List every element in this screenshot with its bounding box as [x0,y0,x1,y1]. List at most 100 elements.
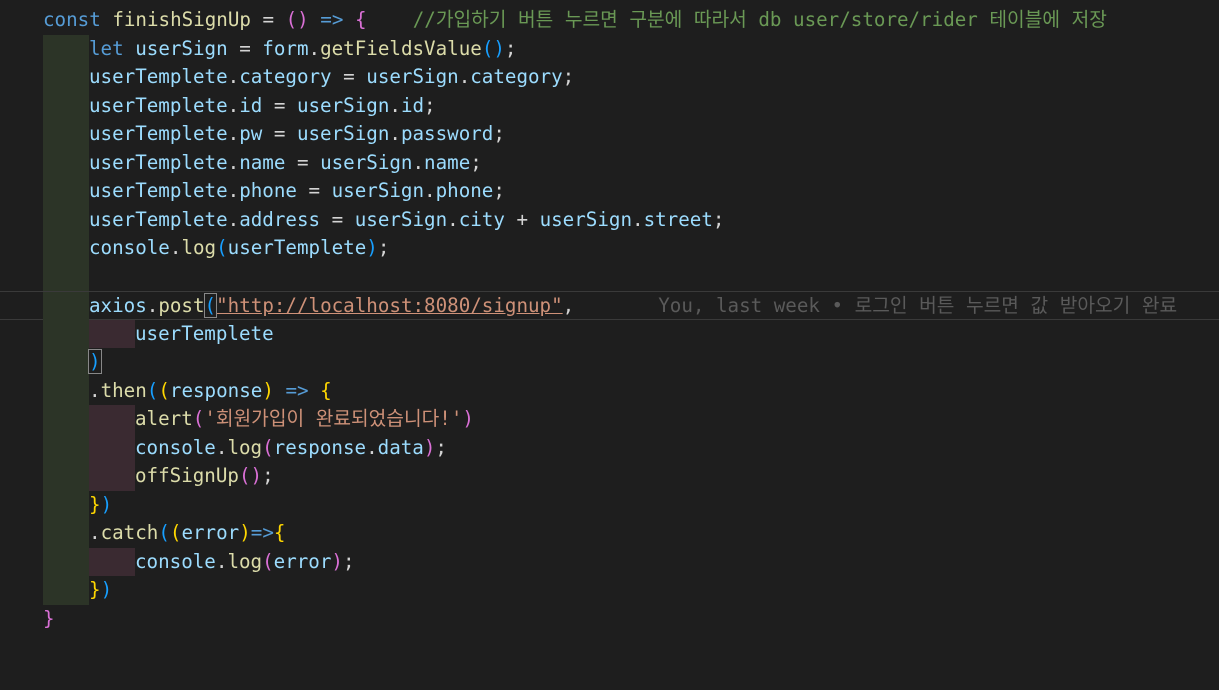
semicolon: ; [470,150,482,174]
property: data [377,435,424,459]
variable: response [273,435,367,459]
brace: { [320,378,332,402]
indent-guide [89,405,135,434]
paren: ( [158,521,170,544]
method-call: log [181,236,217,259]
indent-guide [43,462,89,491]
semicolon: ; [504,36,517,60]
method-call: catch [100,521,159,544]
variable: userSign [296,93,390,117]
variable: userTemplete [89,65,228,88]
indent-guide [43,262,89,291]
variable: axios [89,294,147,317]
property: id [239,93,263,117]
code-comment: //가입하기 버튼 누르면 구분에 따라서 db user/store/ride… [366,8,1107,31]
code-line: }) [0,490,1219,519]
brace: { [273,521,286,544]
property: phone [239,179,297,202]
matched-paren: ( [203,293,218,318]
function-name: finishSignUp [112,8,251,31]
dot: . [89,378,101,402]
semicolon: ; [262,464,274,487]
variable: userTemplete [89,93,228,117]
code-line: const finishSignUp = () => { //가입하기 버튼 누… [0,6,1219,35]
semicolon: ; [562,65,575,88]
paren: ( [146,378,159,402]
code-line: axios.post("http://localhost:8080/signup… [0,291,1219,321]
indent-guide [43,519,89,548]
variable: console [89,236,170,259]
paren: ) [366,236,378,259]
code-line: userTemplete.category = userSign.categor… [0,63,1219,92]
code-line: userTemplete.pw = userSign.password; [0,120,1219,149]
paren: ) [100,492,113,516]
property: pw [239,122,263,145]
dot: . [308,36,321,60]
variable: userTemplete [89,179,228,202]
brace: } [89,492,101,516]
code-line: userTemplete [0,319,1219,348]
paren: ( [216,236,228,259]
indent-guide [43,234,89,263]
indent-guide [43,319,89,348]
indent-guide [43,148,89,177]
property: id [400,93,425,117]
property: category [470,65,563,88]
indent-guide [43,376,89,405]
method-call: post [158,294,205,317]
matched-paren: ) [88,349,102,374]
semicolon: ; [377,236,390,259]
paren: ) [297,8,309,31]
parameter: error [181,521,240,544]
property: category [239,65,332,88]
code-line: }) [0,576,1219,605]
variable: userTemplete [89,122,228,145]
variable: form [262,36,309,60]
indent-guide [43,348,89,377]
url-string[interactable]: "http://localhost:8080/signup" [216,294,563,317]
code-editor[interactable]: const finishSignUp = () => { //가입하기 버튼 누… [0,6,1219,633]
code-line: console.log(error); [0,547,1219,576]
paren: ) [262,378,274,402]
paren: ) [239,521,251,544]
indent-guide [89,462,135,491]
variable: userTemplete [227,236,367,259]
paren: ( [262,435,274,459]
property: name [239,150,286,174]
method-call: log [227,435,263,459]
property: street [643,207,713,231]
paren: ( [192,407,205,430]
indent-guide [43,292,89,321]
semicolon: ; [435,435,447,459]
variable: userSign [366,65,459,88]
semicolon: ; [712,207,725,231]
property: password [400,122,494,145]
indent-guide [43,177,89,206]
paren: ( [285,8,298,31]
brace: { [354,8,367,31]
indent-guide [43,34,89,63]
semicolon: ; [493,179,505,202]
indent-guide [43,205,89,234]
variable: console [135,549,216,573]
paren: ) [331,549,343,573]
method-call: log [227,549,263,573]
code-line: userTemplete.phone = userSign.phone; [0,177,1219,206]
paren: ( [169,521,182,544]
keyword-const: const [43,8,101,31]
paren: ) [423,435,436,459]
code-line: userTemplete.address = userSign.city + u… [0,205,1219,234]
variable: userTemplete [89,207,228,231]
indent-guide [43,547,89,576]
semicolon: ; [342,549,355,573]
comma: , [562,294,575,317]
paren: () [481,36,505,60]
arrow-operator: => [250,521,274,544]
code-line [0,262,1219,291]
dot: . [89,521,101,544]
variable: userSign [320,150,413,174]
indent-guide [89,433,135,462]
indent-guide [43,120,89,149]
method-call: getFieldsValue [320,36,482,60]
string-literal: '회원가입이 완료되었습니다!' [204,407,463,430]
